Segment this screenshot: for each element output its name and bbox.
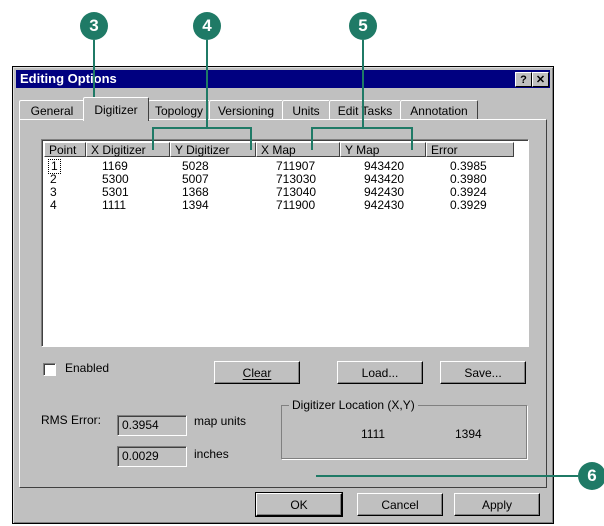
list-cell: 711900	[276, 198, 316, 212]
list-cell[interactable]: 4	[50, 199, 57, 212]
close-button[interactable]: ✕	[532, 72, 549, 87]
title-bar: Editing Options ? ✕	[16, 70, 550, 88]
callout-6: 6	[578, 462, 604, 490]
apply-button[interactable]: Apply	[454, 493, 540, 516]
list-cell: 0.3929	[450, 198, 487, 212]
inches-label: inches	[194, 447, 229, 461]
rms-inches-field: 0.0029	[117, 446, 187, 467]
tab-units[interactable]: Units	[282, 100, 330, 120]
list-cell: 942430	[364, 198, 405, 212]
rms-error-label: RMS Error:	[41, 413, 101, 427]
tab-edit-tasks[interactable]: Edit Tasks	[329, 100, 401, 120]
column-header-error[interactable]: Error	[426, 142, 514, 157]
save-button[interactable]: Save...	[440, 361, 526, 384]
digitizer-location-x: 1111	[361, 427, 386, 441]
list-cell: 1111	[102, 198, 127, 212]
callout-4: 4	[193, 12, 221, 40]
rms-map-units-field: 0.3954	[117, 415, 187, 436]
enabled-checkbox[interactable]	[43, 363, 56, 376]
dialog-title: Editing Options	[20, 71, 117, 86]
apply-button-label: Apply	[481, 497, 513, 512]
list-cell: 1394	[182, 198, 209, 212]
load-button-label: Load...	[361, 365, 399, 380]
tab-versioning[interactable]: Versioning	[209, 100, 283, 120]
digitizer-location-title: Digitizer Location (X,Y)	[289, 398, 418, 412]
editing-options-dialog: Editing Options ? ✕ General Digitizer To…	[12, 66, 554, 524]
digitizer-location-y: 1394	[455, 427, 482, 441]
control-points-list[interactable]: Point X Digitizer Y Digitizer X Map Y Ma…	[41, 139, 529, 347]
column-header-x-digitizer[interactable]: X Digitizer	[86, 142, 170, 157]
tab-digitizer[interactable]: Digitizer	[83, 97, 149, 121]
clear-button-label: Clear	[242, 365, 272, 380]
callout-5: 5	[349, 12, 377, 40]
map-units-label: map units	[194, 414, 247, 428]
cancel-button-label: Cancel	[381, 497, 419, 512]
clear-button[interactable]: Clear	[214, 361, 300, 384]
tab-topology[interactable]: Topology	[148, 100, 210, 120]
column-header-y-map[interactable]: Y Map	[340, 142, 426, 157]
column-header-y-digitizer[interactable]: Y Digitizer	[170, 142, 256, 157]
callout-3: 3	[80, 12, 108, 40]
enabled-label[interactable]: Enabled	[65, 361, 109, 375]
save-button-label: Save...	[464, 365, 502, 380]
tab-annotation[interactable]: Annotation	[400, 100, 478, 120]
cancel-button[interactable]: Cancel	[357, 493, 443, 516]
tab-general[interactable]: General	[19, 100, 85, 120]
column-header-x-map[interactable]: X Map	[256, 142, 340, 157]
digitizer-location-group	[281, 405, 527, 459]
help-button[interactable]: ?	[515, 72, 532, 87]
ok-button-label: OK	[290, 497, 308, 512]
load-button[interactable]: Load...	[337, 361, 423, 384]
ok-button[interactable]: OK	[255, 492, 343, 517]
column-header-point[interactable]: Point	[44, 142, 86, 157]
